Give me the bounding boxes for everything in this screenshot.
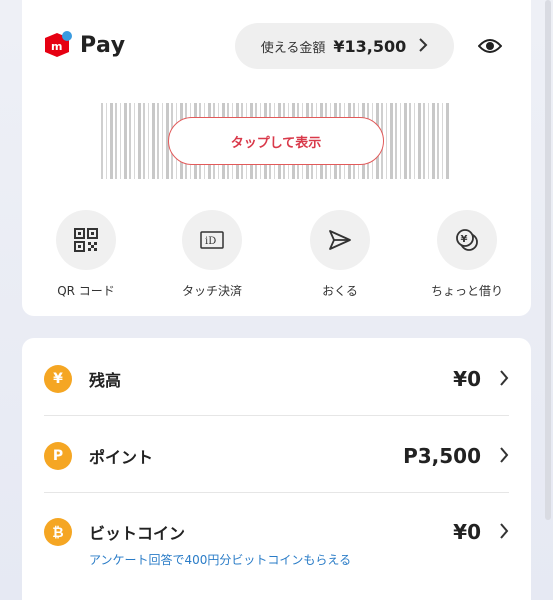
payment-card: m Pay 使える金額 ¥13,500 タップして表示 QR コード iD タッ… <box>22 0 531 316</box>
chevron-right-icon <box>499 444 509 468</box>
row-balance-label: 残高 <box>89 371 122 390</box>
action-label-borrow: ちょっと借り <box>430 284 503 298</box>
merpay-logo-icon: m <box>42 30 72 60</box>
row-bitcoin-label: ビットコイン <box>89 524 186 543</box>
bitcoin-promo-link[interactable]: アンケート回答で400円分ビットコインもらえる <box>89 551 351 568</box>
action-send[interactable]: おくる <box>285 210 395 299</box>
row-points-label: ポイント <box>89 448 154 467</box>
logo-text: Pay <box>80 32 126 58</box>
chevron-right-icon <box>418 36 428 57</box>
row-balance-main: ¥ 残高 ¥0 <box>44 364 509 394</box>
chevron-right-icon <box>499 367 509 391</box>
row-bitcoin-main: ₿ ビットコイン ¥0 <box>44 517 509 547</box>
action-label-qr: QR コード <box>57 284 115 298</box>
balance-amount: ¥13,500 <box>333 36 407 56</box>
svg-text:¥: ¥ <box>461 234 468 245</box>
id-card-icon: iD <box>182 210 242 270</box>
merpay-logo: m Pay <box>42 30 126 60</box>
action-qr-code[interactable]: QR コード <box>31 210 141 299</box>
action-borrow[interactable]: ¥ ちょっと借り <box>412 210 522 299</box>
yen-coin-icon: ¥ <box>44 365 72 393</box>
action-bar: QR コード iD タッチ決済 おくる ¥ ちょっと借り <box>22 210 531 300</box>
action-label-send: おくる <box>322 284 358 298</box>
action-touch-pay[interactable]: iD タッチ決済 <box>157 210 267 299</box>
chevron-right-icon <box>499 520 509 544</box>
available-balance-button[interactable]: 使える金額 ¥13,500 <box>235 23 454 69</box>
wallet-card: ¥ 残高 ¥0 P ポイント P3,500 ₿ ビットコイン ¥0 アンケート回… <box>22 338 531 600</box>
send-icon <box>310 210 370 270</box>
balance-label: 使える金額 <box>260 40 326 56</box>
divider <box>44 415 509 416</box>
scrollbar[interactable] <box>545 0 551 520</box>
divider <box>44 492 509 493</box>
point-coin-icon: P <box>44 442 72 470</box>
svg-text:iD: iD <box>205 236 216 247</box>
row-points-main: P ポイント P3,500 <box>44 441 509 471</box>
svg-text:m: m <box>51 40 62 53</box>
action-label-touch: タッチ決済 <box>181 284 242 298</box>
eye-icon[interactable] <box>477 36 503 56</box>
row-balance-value: ¥0 <box>453 367 481 391</box>
yen-coins-icon: ¥ <box>437 210 497 270</box>
qr-code-icon <box>56 210 116 270</box>
tap-to-show-button[interactable]: タップして表示 <box>168 117 384 165</box>
row-bitcoin-value: ¥0 <box>453 520 481 544</box>
row-points-value: P3,500 <box>403 444 481 468</box>
bitcoin-icon: ₿ <box>44 518 72 546</box>
